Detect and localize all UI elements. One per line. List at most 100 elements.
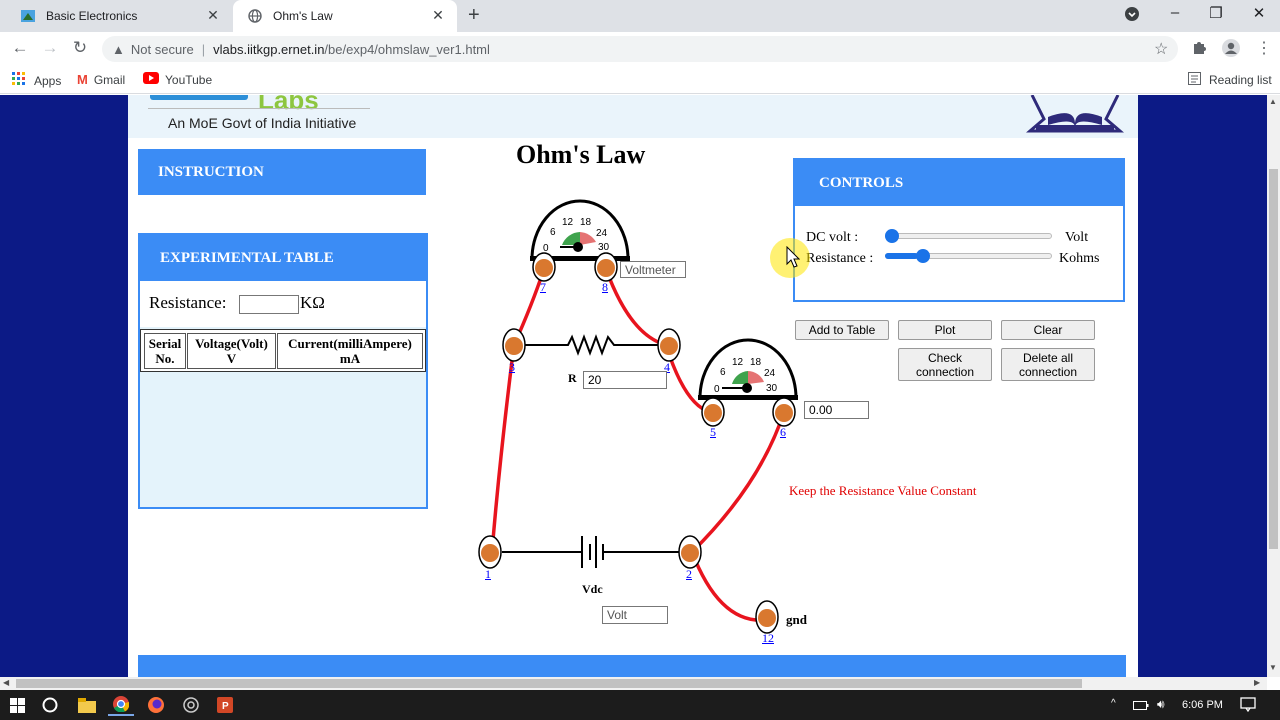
chrome-taskbar-icon[interactable] [108,694,134,716]
column-current: Current(milliAmpere) mA [277,333,423,369]
firefox-icon[interactable] [143,694,169,716]
dc-volt-slider[interactable] [885,229,1052,243]
svg-text:P: P [222,701,229,712]
node-label[interactable]: 12 [762,631,774,646]
controls-header: CONTROLS [795,160,1123,206]
app-icon[interactable] [178,694,204,716]
terminal-nodes[interactable] [478,252,796,634]
iit-logo-icon [1025,95,1125,138]
check-connection-button[interactable]: Check connection [898,348,992,381]
node-7[interactable] [532,252,556,282]
dc-volt-unit: Volt [1065,230,1089,245]
star-icon[interactable]: ☆ [1154,39,1168,59]
not-secure-label: Not secure [130,41,194,57]
address-bar[interactable]: ▲ Not secure | vlabs.iitkgp.ernet.in/be/… [102,36,1178,62]
tab-favicon [20,8,36,24]
node-2[interactable] [678,535,702,569]
graph-section-header [138,655,1126,677]
scroll-right-icon[interactable]: ▶ [1254,678,1260,687]
clear-button[interactable]: Clear [1001,320,1095,340]
profile-icon[interactable] [1221,38,1241,63]
minimize-icon[interactable]: – [1160,4,1190,21]
scroll-down-icon[interactable]: ▼ [1269,663,1277,672]
tab-ohms-law[interactable]: Ohm's Law ✕ [233,0,457,32]
scrollbar-thumb[interactable] [16,679,1082,688]
experimental-table-header: EXPERIMENTAL TABLE [140,235,426,281]
column-line: Current(milliAmpere) [288,336,412,351]
column-line: No. [155,351,175,366]
search-circle-icon[interactable] [37,694,63,716]
reload-icon[interactable]: ↻ [70,38,90,58]
vlabs-logo-text: Labs [258,95,319,115]
column-line: V [226,351,237,366]
tab-basic-electronics[interactable]: Basic Electronics ✕ [6,0,232,32]
slider-thumb[interactable] [915,249,930,263]
window-close-icon[interactable]: ✕ [1244,4,1274,22]
horizontal-scrollbar[interactable]: ◀ ▶ [0,677,1267,690]
node-6[interactable] [772,397,796,427]
node-1[interactable] [478,535,502,569]
windows-start-icon[interactable] [4,694,30,716]
menu-icon[interactable]: ⋮ [1256,38,1272,58]
bookmark-apps[interactable]: Apps [12,72,61,89]
reading-list-icon [1188,72,1201,88]
node-label[interactable]: 5 [710,425,716,440]
new-tab-icon[interactable]: + [468,4,480,27]
maximize-icon[interactable]: ❐ [1201,4,1231,22]
scale-label: 6 [720,367,726,378]
instruction-header[interactable]: INSTRUCTION [138,149,426,195]
node-label[interactable]: 2 [686,567,692,582]
node-8[interactable] [594,252,618,282]
node-4[interactable] [657,328,681,362]
ammeter-display: 0.00 [804,401,869,419]
resistance-input[interactable] [239,295,299,314]
scale-label: 18 [580,217,592,228]
notifications-icon[interactable] [1240,696,1256,717]
close-icon[interactable]: ✕ [204,7,222,24]
bookmark-label: YouTube [165,72,213,87]
tab-title: Ohm's Law [273,9,333,23]
voltmeter: 0 6 12 18 24 30 [530,199,630,261]
vertical-scrollbar[interactable]: ▲ ▼ [1267,95,1280,677]
node-12[interactable] [755,600,779,634]
node-label[interactable]: 7 [540,280,546,295]
gmail-icon: M [77,72,88,87]
scrollbar-thumb[interactable] [1269,169,1278,549]
resistor-value-display: 20 [583,371,667,389]
close-icon[interactable]: ✕ [429,7,447,24]
scale-label: 30 [766,383,778,394]
reading-list-label: Reading list [1209,73,1272,87]
bookmark-gmail[interactable]: M Gmail [77,72,125,87]
clock[interactable]: 6:06 PM [1182,699,1223,711]
delete-all-connection-button[interactable]: Delete all connection [1001,348,1095,381]
resistance-slider[interactable] [885,249,1052,263]
node-label[interactable]: 3 [509,360,515,375]
column-voltage: Voltage(Volt) V [187,333,276,369]
volume-icon[interactable]: 🔊︎ [1157,697,1165,712]
system-tray-up-icon[interactable]: ^ [1111,698,1116,709]
extensions-icon[interactable] [1191,39,1207,60]
scale-label: 18 [750,357,762,368]
scroll-left-icon[interactable]: ◀ [3,678,9,687]
scale-label: 12 [562,217,574,228]
tab-search-icon[interactable] [1117,6,1147,26]
url-host: vlabs.iitkgp.ernet.in [213,41,325,57]
file-explorer-icon[interactable] [74,694,100,716]
powerpoint-icon[interactable]: P [212,694,238,716]
scroll-up-icon[interactable]: ▲ [1269,97,1277,106]
node-label[interactable]: 8 [602,280,608,295]
slider-track [885,233,1052,239]
node-label[interactable]: 1 [485,567,491,582]
divider [148,108,370,109]
bookmark-youtube[interactable]: YouTube [143,72,212,87]
battery-icon[interactable] [1133,698,1149,716]
node-3[interactable] [502,328,526,362]
slider-thumb[interactable] [885,229,899,243]
back-icon[interactable]: ← [10,38,30,58]
plot-button[interactable]: Plot [898,320,992,340]
reading-list[interactable]: Reading list [1188,72,1272,88]
scale-label: 24 [596,228,608,239]
node-label[interactable]: 6 [780,425,786,440]
forward-icon[interactable]: → [40,38,60,58]
node-5[interactable] [701,397,725,427]
